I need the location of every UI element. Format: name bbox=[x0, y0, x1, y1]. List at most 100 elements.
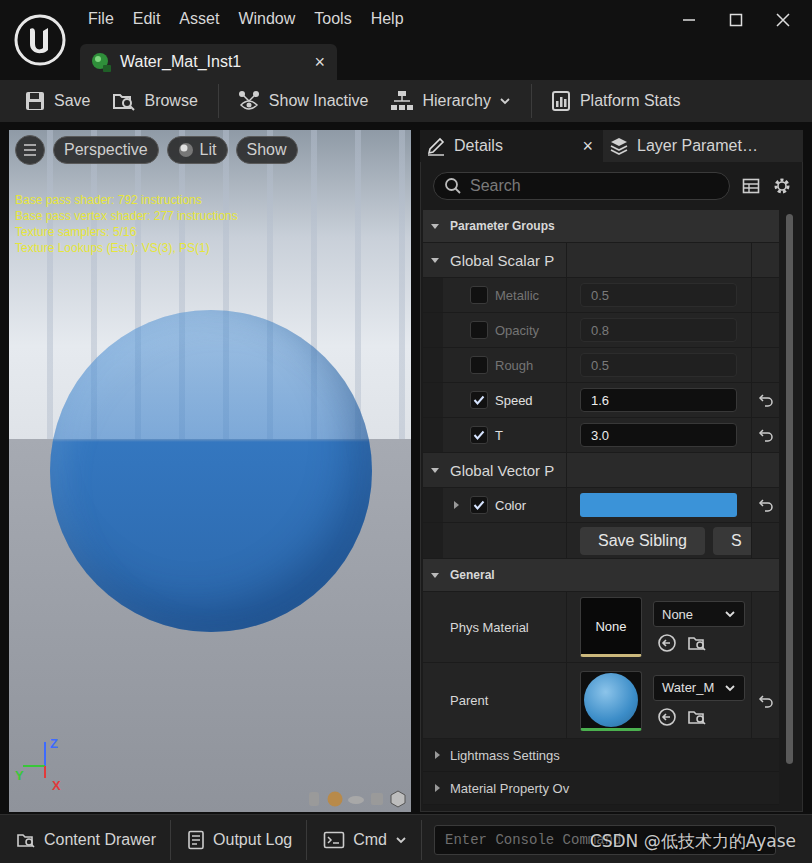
parameter-row: Metallic 0.5 bbox=[423, 278, 779, 313]
toolbar-button[interactable]: Browse bbox=[102, 86, 209, 116]
cylinder-icon[interactable] bbox=[305, 790, 323, 808]
menu-item[interactable]: Help bbox=[363, 10, 415, 28]
save-sibling-button[interactable]: Save Sibling bbox=[580, 527, 705, 555]
axis-label: Y bbox=[15, 768, 24, 783]
use-selected-icon[interactable] bbox=[657, 707, 677, 727]
maximize-icon[interactable] bbox=[728, 12, 744, 28]
parameter-row: T 3.0 bbox=[423, 418, 779, 453]
reset-arrow-icon[interactable] bbox=[758, 498, 774, 512]
toolbar-group: Save Browse bbox=[14, 84, 218, 118]
document-tab[interactable]: Water_Mat_Inst1 × bbox=[80, 44, 337, 80]
console-icon bbox=[323, 831, 345, 849]
section-title: Parameter Groups bbox=[450, 219, 555, 233]
property-list: Parameter Groups Global Scalar P Metalli… bbox=[423, 210, 779, 811]
value-field[interactable]: 0.8 bbox=[580, 318, 737, 342]
custom-mesh-icon[interactable] bbox=[389, 790, 407, 808]
override-checkbox[interactable] bbox=[470, 356, 488, 374]
status-bar-button[interactable]: Cmd bbox=[307, 820, 422, 860]
preview-shape-selector bbox=[305, 790, 407, 808]
title-bar: FileEditAssetWindowToolsHelp Water_Mat_I… bbox=[0, 0, 812, 80]
preview-viewport[interactable]: Perspective Lit Show Base pass shader: 7… bbox=[9, 130, 411, 812]
parameter-row: Speed 1.6 bbox=[423, 383, 779, 418]
toolbar-button[interactable]: Platform Stats bbox=[540, 86, 692, 116]
checkmark-icon bbox=[473, 429, 485, 441]
toolbar-button-label: Browse bbox=[144, 92, 197, 110]
unreal-logo-icon[interactable] bbox=[0, 0, 80, 80]
expand-arrow-icon bbox=[432, 783, 442, 793]
override-checkbox[interactable] bbox=[470, 286, 488, 304]
override-checkbox[interactable] bbox=[470, 426, 488, 444]
panel-tab-label: Layer Paramet… bbox=[637, 137, 793, 155]
asset-thumbnail[interactable] bbox=[580, 671, 642, 731]
asset-thumbnail[interactable]: None bbox=[580, 597, 642, 657]
parameter-row: Opacity 0.8 bbox=[423, 313, 779, 348]
panel-tab[interactable]: Details × bbox=[420, 130, 603, 162]
panel-tab[interactable]: Layer Paramet… bbox=[603, 130, 803, 162]
status-bar-button[interactable]: Output Log bbox=[171, 820, 307, 860]
toolbar-button[interactable]: Save bbox=[14, 86, 102, 116]
viewport-menu-button[interactable] bbox=[15, 135, 45, 165]
material-preview-sphere bbox=[584, 673, 638, 727]
override-checkbox[interactable] bbox=[470, 391, 488, 409]
sphere-icon[interactable] bbox=[326, 790, 344, 808]
viewport-mode-button[interactable]: Perspective bbox=[53, 136, 159, 164]
plane-icon[interactable] bbox=[347, 790, 365, 808]
close-panel-button[interactable]: × bbox=[582, 136, 593, 157]
gear-icon[interactable] bbox=[772, 176, 792, 196]
expand-arrow-icon[interactable] bbox=[451, 500, 461, 510]
close-tab-button[interactable]: × bbox=[314, 52, 325, 73]
cube-icon[interactable] bbox=[368, 790, 386, 808]
save-sibling-button[interactable]: S bbox=[713, 527, 751, 555]
table-view-icon[interactable] bbox=[742, 177, 760, 195]
scrollbar-thumb[interactable] bbox=[786, 214, 793, 764]
toolbar-button[interactable]: Hierarchy bbox=[380, 86, 522, 116]
layers-icon bbox=[609, 136, 629, 156]
viewport-mode-button[interactable]: Lit bbox=[167, 136, 228, 164]
section-header[interactable]: Parameter Groups bbox=[423, 210, 779, 243]
browse-asset-icon[interactable] bbox=[687, 633, 707, 653]
parameter-row: Color bbox=[423, 488, 779, 523]
shader-stat-line: Texture samplers: 5/16 bbox=[15, 224, 238, 240]
close-window-icon[interactable] bbox=[775, 12, 791, 28]
use-selected-icon[interactable] bbox=[657, 633, 677, 653]
browse-asset-icon[interactable] bbox=[687, 707, 707, 727]
color-swatch[interactable] bbox=[580, 493, 737, 517]
asset-dropdown[interactable]: Water_M bbox=[653, 675, 745, 701]
reset-arrow-icon[interactable] bbox=[758, 393, 774, 407]
reset-arrow-icon[interactable] bbox=[758, 694, 774, 708]
status-bar-button[interactable]: Content Drawer bbox=[0, 820, 171, 860]
toolbar-button-label: Platform Stats bbox=[580, 92, 680, 110]
value-field[interactable]: 3.0 bbox=[580, 423, 737, 447]
reset-arrow-icon[interactable] bbox=[758, 428, 774, 442]
override-checkbox[interactable] bbox=[470, 321, 488, 339]
group-header[interactable]: Global Vector P bbox=[423, 453, 779, 488]
viewport-mode-label: Lit bbox=[200, 141, 217, 159]
value-field[interactable]: 0.5 bbox=[580, 353, 737, 377]
viewport-toolbar: Perspective Lit Show bbox=[15, 135, 298, 165]
viewport-mode-button[interactable]: Show bbox=[236, 136, 298, 164]
asset-dropdown[interactable]: None bbox=[653, 601, 745, 627]
section-header[interactable]: General bbox=[423, 559, 779, 592]
viewport-mode-label: Perspective bbox=[64, 141, 148, 159]
group-header[interactable]: Global Scalar P bbox=[423, 243, 779, 278]
toolbar-button[interactable]: Show Inactive bbox=[227, 86, 381, 116]
save-icon bbox=[24, 90, 46, 112]
menu-item[interactable]: Tools bbox=[306, 10, 362, 28]
menu-item[interactable]: File bbox=[80, 10, 125, 28]
collapsed-section[interactable]: Material Property Ov bbox=[423, 772, 779, 805]
menu-item[interactable]: Window bbox=[230, 10, 306, 28]
group-title: Global Vector P bbox=[450, 462, 554, 479]
status-bar-button-label: Content Drawer bbox=[44, 831, 156, 849]
scrollbar[interactable] bbox=[779, 210, 800, 811]
chevron-down-icon bbox=[499, 95, 511, 107]
value-field[interactable]: 1.6 bbox=[580, 388, 737, 412]
section-title: General bbox=[450, 568, 495, 582]
minimize-icon[interactable] bbox=[681, 12, 697, 28]
override-checkbox[interactable] bbox=[470, 496, 488, 514]
search-field[interactable]: Search bbox=[433, 172, 730, 200]
value-field[interactable]: 0.5 bbox=[580, 283, 737, 307]
expand-arrow-icon bbox=[430, 570, 440, 580]
menu-item[interactable]: Asset bbox=[171, 10, 230, 28]
menu-item[interactable]: Edit bbox=[125, 10, 172, 28]
collapsed-section[interactable]: Lightmass Settings bbox=[423, 739, 779, 772]
